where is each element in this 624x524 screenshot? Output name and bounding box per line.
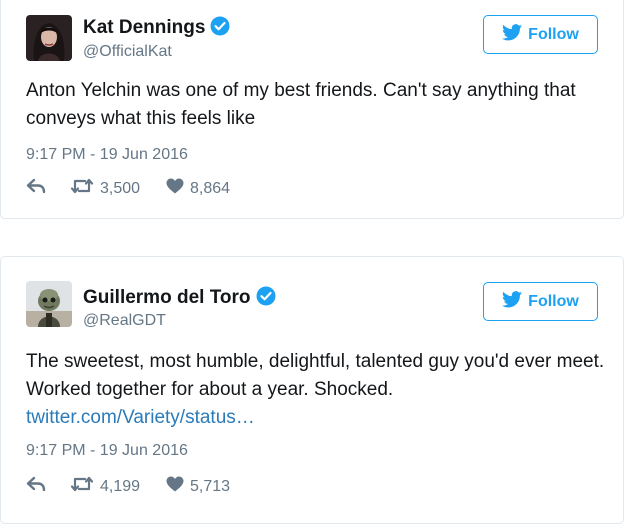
avatar-photo-icon — [26, 15, 72, 61]
follow-label: Follow — [528, 25, 579, 43]
heart-icon — [166, 178, 184, 199]
tweet-separator — [0, 219, 624, 256]
retweet-button[interactable]: 4,199 — [70, 476, 166, 497]
retweet-icon — [70, 476, 94, 497]
tweet-body: Anton Yelchin was one of my best friends… — [26, 80, 576, 129]
tweet-card: Kat Dennings @OfficialKat Follow Anton Y… — [0, 0, 624, 219]
display-name[interactable]: Guillermo del Toro — [83, 286, 276, 312]
reply-button[interactable] — [26, 178, 70, 199]
verified-badge-icon — [256, 286, 276, 312]
tweet-text: The sweetest, most humble, delightful, t… — [26, 348, 606, 432]
retweet-button[interactable]: 3,500 — [70, 178, 166, 199]
avatar-figure-icon — [26, 281, 72, 327]
reply-icon — [26, 178, 46, 199]
display-name[interactable]: Kat Dennings — [83, 16, 230, 42]
reply-button[interactable] — [26, 476, 70, 497]
follow-button[interactable]: Follow — [483, 282, 598, 321]
like-count: 5,713 — [190, 477, 231, 495]
like-count: 8,864 — [190, 179, 231, 197]
verified-badge-icon — [210, 16, 230, 42]
display-name-text: Guillermo del Toro — [83, 287, 251, 308]
follow-label: Follow — [528, 292, 579, 310]
tweet-card: Guillermo del Toro @RealGDT Follow The s… — [0, 256, 624, 524]
user-handle[interactable]: @OfficialKat — [83, 43, 172, 61]
tweet-actions: 3,500 8,864 — [26, 178, 230, 199]
retweet-count: 3,500 — [100, 179, 141, 197]
like-button[interactable]: 8,864 — [166, 178, 230, 199]
reply-icon — [26, 476, 46, 497]
bird-icon — [502, 23, 523, 46]
heart-icon — [166, 476, 184, 497]
retweet-count: 4,199 — [100, 477, 141, 495]
like-button[interactable]: 5,713 — [166, 476, 230, 497]
follow-button[interactable]: Follow — [483, 15, 598, 54]
tweet-timestamp[interactable]: 9:17 PM - 19 Jun 2016 — [26, 146, 188, 164]
retweet-icon — [70, 178, 94, 199]
bird-icon — [502, 290, 523, 313]
tweet-body: The sweetest, most humble, delightful, t… — [26, 351, 605, 400]
avatar[interactable] — [26, 15, 72, 61]
tweet-link[interactable]: twitter.com/Variety/status… — [26, 404, 606, 432]
tweet-text: Anton Yelchin was one of my best friends… — [26, 77, 606, 133]
user-handle[interactable]: @RealGDT — [83, 312, 166, 330]
tweet-timestamp[interactable]: 9:17 PM - 19 Jun 2016 — [26, 442, 188, 460]
display-name-text: Kat Dennings — [83, 17, 206, 38]
avatar[interactable] — [26, 281, 72, 327]
tweet-actions: 4,199 5,713 — [26, 476, 230, 497]
